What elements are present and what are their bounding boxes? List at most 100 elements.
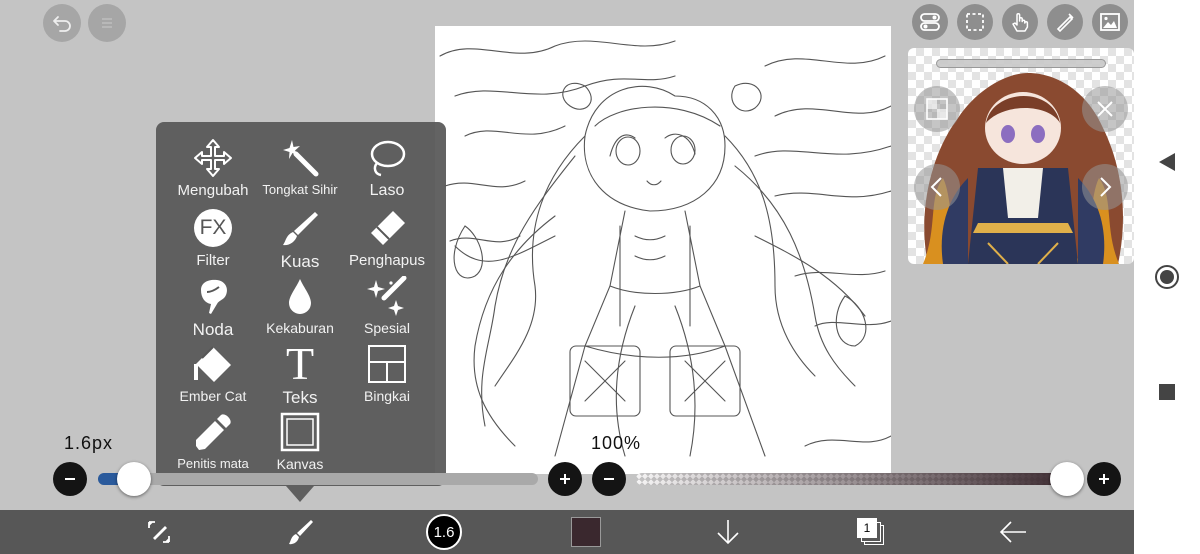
tool-penitis-mata[interactable]: Penitis mata bbox=[165, 410, 261, 471]
download-button[interactable] bbox=[708, 514, 748, 550]
brush-tool-button[interactable] bbox=[281, 514, 321, 550]
tool-label: Noda bbox=[192, 320, 234, 339]
brush-size-icon: 1.6 bbox=[426, 514, 462, 550]
opacity-label: 100% bbox=[591, 433, 642, 453]
hand-button[interactable] bbox=[1002, 4, 1038, 40]
tool-kekaburan[interactable]: Kekaburan bbox=[252, 274, 348, 336]
brush-size-button[interactable]: 1.6 bbox=[424, 514, 464, 550]
lasso-icon bbox=[365, 136, 409, 180]
tool-label: Tongkat Sihir bbox=[262, 182, 338, 197]
opacity-slider-track[interactable] bbox=[636, 473, 1080, 485]
tool-label: Kuas bbox=[280, 252, 320, 271]
tool-noda[interactable]: Noda bbox=[165, 274, 261, 340]
tool-kuas[interactable]: Kuas bbox=[252, 206, 348, 272]
transform-button[interactable] bbox=[139, 514, 179, 550]
eraser-icon bbox=[365, 206, 409, 250]
preview-prev-button[interactable] bbox=[914, 164, 960, 210]
text-icon: T bbox=[278, 341, 322, 387]
system-navigation-bar bbox=[1134, 0, 1200, 554]
fx-filter-icon: FX bbox=[191, 206, 235, 250]
tool-label: Filter bbox=[196, 252, 230, 269]
drawing-canvas[interactable] bbox=[435, 26, 891, 474]
system-back-button[interactable] bbox=[1154, 149, 1180, 175]
system-recents-button[interactable] bbox=[1154, 379, 1180, 405]
eyedropper-icon bbox=[191, 410, 235, 454]
color-swatch bbox=[571, 517, 601, 547]
line-art bbox=[439, 40, 891, 457]
tool-label: Kekaburan bbox=[266, 320, 334, 336]
preview-close-button[interactable] bbox=[1082, 86, 1128, 132]
opacity-increase-button[interactable] bbox=[1087, 462, 1121, 496]
preview-drag-handle[interactable] bbox=[936, 59, 1106, 68]
tool-filter[interactable]: FX Filter bbox=[165, 206, 261, 269]
tool-kanvas[interactable]: Kanvas bbox=[252, 410, 348, 472]
size-increase-button[interactable] bbox=[548, 462, 582, 496]
tool-label: Laso bbox=[369, 182, 405, 199]
minus-icon bbox=[65, 478, 75, 480]
preview-thumbnail[interactable] bbox=[908, 48, 1134, 264]
tool-picker-popup: Mengubah Tongkat Sihir Laso FX Filter Ku… bbox=[156, 122, 446, 486]
triangle-back-icon bbox=[1159, 153, 1175, 171]
tool-label: Penghapus bbox=[349, 252, 425, 269]
image-icon bbox=[1100, 13, 1120, 31]
tool-penghapus[interactable]: Penghapus bbox=[339, 206, 435, 269]
tool-label: Teks bbox=[282, 388, 318, 407]
layer-count-badge: 1 bbox=[863, 521, 871, 535]
opacity-decrease-button[interactable] bbox=[592, 462, 626, 496]
preview-layer-button[interactable] bbox=[914, 86, 960, 132]
settings-toggle-button[interactable] bbox=[912, 4, 948, 40]
layers-icon: 1 bbox=[856, 517, 886, 547]
opacity-slider-knob[interactable] bbox=[1050, 462, 1084, 496]
tool-laso[interactable]: Laso bbox=[339, 136, 435, 200]
tool-bingkai[interactable]: Bingkai bbox=[339, 342, 435, 404]
selection-button[interactable] bbox=[957, 4, 993, 40]
toggle-settings-icon bbox=[920, 13, 940, 31]
special-sparkle-icon bbox=[365, 274, 409, 318]
download-arrow-icon bbox=[717, 520, 739, 545]
blur-drop-icon bbox=[278, 274, 322, 318]
brush-tool-icon bbox=[289, 520, 313, 545]
size-slider-knob[interactable] bbox=[117, 462, 152, 496]
canvas-square-icon bbox=[278, 410, 322, 454]
popup-pointer bbox=[286, 486, 314, 502]
checker-icon bbox=[926, 98, 948, 120]
transform-tool-icon bbox=[148, 521, 170, 543]
hand-touch-icon bbox=[1012, 13, 1029, 32]
image-button[interactable] bbox=[1092, 4, 1128, 40]
redo-button[interactable] bbox=[88, 4, 126, 42]
tool-label: Penitis mata bbox=[177, 456, 249, 471]
redo-icon bbox=[102, 18, 112, 28]
close-icon bbox=[1097, 101, 1113, 117]
smudge-icon bbox=[191, 274, 235, 318]
bottom-toolbar: 1.6 1 bbox=[0, 510, 1134, 554]
size-slider-track[interactable] bbox=[98, 473, 538, 485]
chevron-left-icon bbox=[930, 177, 942, 197]
tool-label: Mengubah bbox=[177, 182, 249, 199]
square-recents-icon bbox=[1159, 384, 1175, 400]
layers-button[interactable]: 1 bbox=[851, 514, 891, 550]
brush-icon bbox=[278, 206, 322, 250]
brush-size-badge: 1.6 bbox=[433, 523, 455, 541]
chevron-right-icon bbox=[1100, 177, 1112, 197]
tool-mengubah[interactable]: Mengubah bbox=[165, 136, 261, 199]
ruler-button[interactable] bbox=[1047, 4, 1083, 40]
size-decrease-button[interactable] bbox=[53, 462, 87, 496]
tool-label: Kanvas bbox=[276, 456, 324, 472]
tool-tongkat-sihir[interactable]: Tongkat Sihir bbox=[252, 136, 348, 197]
color-button[interactable] bbox=[566, 514, 606, 550]
tool-spesial[interactable]: Spesial bbox=[339, 274, 435, 336]
magic-wand-icon bbox=[278, 136, 322, 180]
tool-label: Spesial bbox=[364, 320, 410, 336]
ruler-pen-icon bbox=[1056, 13, 1074, 33]
back-button[interactable] bbox=[993, 514, 1033, 550]
tool-label: Ember Cat bbox=[179, 388, 247, 404]
home-circle-icon bbox=[1155, 265, 1179, 289]
undo-icon bbox=[53, 16, 71, 32]
paint-bucket-icon bbox=[191, 342, 235, 386]
preview-next-button[interactable] bbox=[1082, 164, 1128, 210]
preview-artwork bbox=[923, 73, 1123, 264]
tool-teks[interactable]: T Teks bbox=[252, 341, 348, 408]
tool-ember-cat[interactable]: Ember Cat bbox=[165, 342, 261, 404]
system-home-button[interactable] bbox=[1154, 264, 1180, 290]
undo-button[interactable] bbox=[43, 4, 81, 42]
